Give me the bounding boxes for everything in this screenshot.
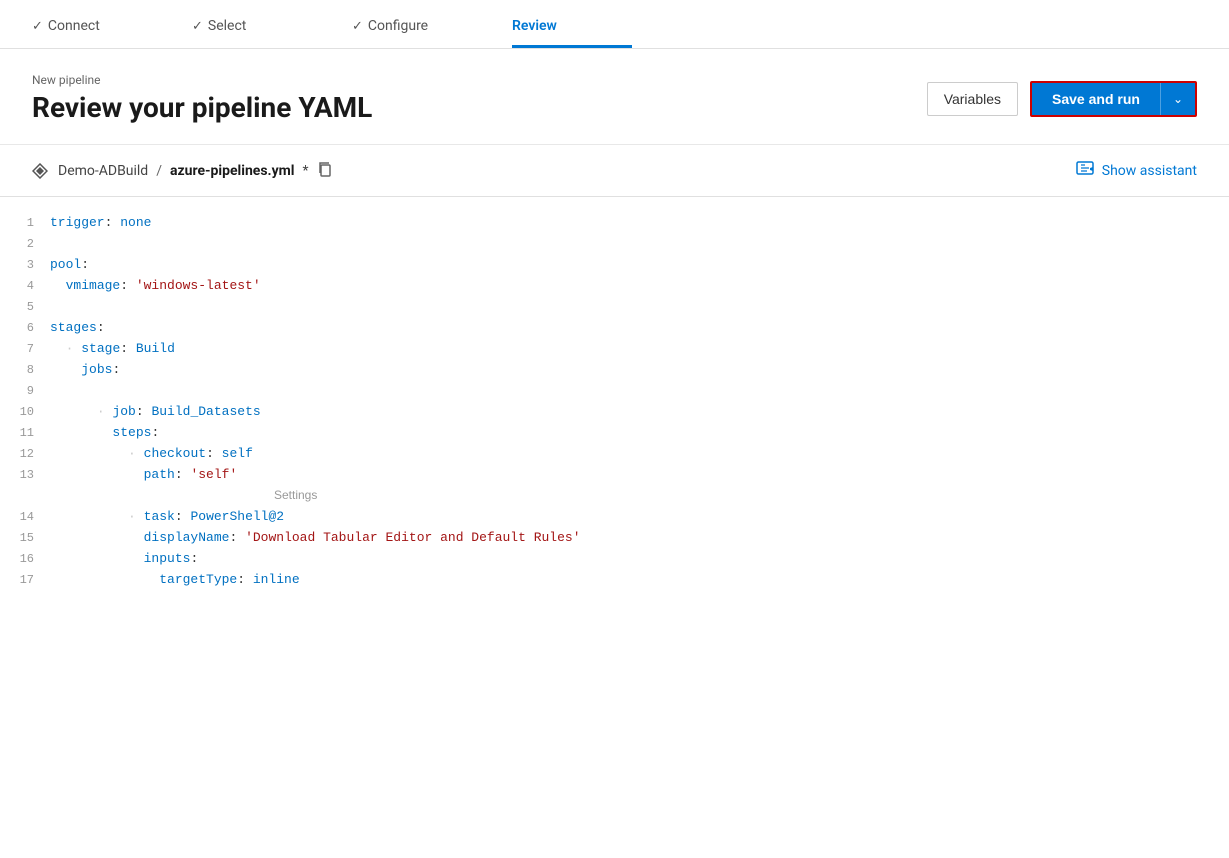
line-content-7: · stage: Build (50, 339, 1229, 360)
code-line-14: 14 · task: PowerShell@2 (0, 507, 1229, 528)
line-content-14: · task: PowerShell@2 (50, 507, 1229, 528)
line-number-5: 5 (0, 297, 50, 317)
repo-icon (32, 163, 48, 179)
step-connect-label: Connect (48, 18, 100, 34)
line-number-17: 17 (0, 570, 50, 590)
line-number-11: 11 (0, 423, 50, 443)
line-number-2: 2 (0, 234, 50, 254)
line-content-11: steps: (50, 423, 1229, 444)
file-name: azure-pipelines.yml (170, 163, 295, 179)
code-line-3: 3 pool: (0, 255, 1229, 276)
line-content-10: · job: Build_Datasets (50, 402, 1229, 423)
line-content-1: trigger: none (50, 213, 1229, 234)
step-connect[interactable]: ✓ Connect (32, 18, 192, 48)
line-number-9: 9 (0, 381, 50, 401)
chevron-down-icon: ⌄ (1173, 92, 1183, 106)
line-number-settings (0, 486, 50, 487)
code-line-13: 13 path: 'self' (0, 465, 1229, 486)
code-line-5: 5 (0, 297, 1229, 318)
line-number-7: 7 (0, 339, 50, 359)
show-assistant-area[interactable]: Show assistant (1076, 159, 1197, 182)
code-line-9: 9 (0, 381, 1229, 402)
line-number-3: 3 (0, 255, 50, 275)
code-line-16: 16 inputs: (0, 549, 1229, 570)
step-review[interactable]: Review (512, 18, 632, 48)
step-configure[interactable]: ✓ Configure (352, 18, 512, 48)
line-number-10: 10 (0, 402, 50, 422)
check-icon-select: ✓ (192, 19, 203, 34)
code-line-8: 8 jobs: (0, 360, 1229, 381)
breadcrumb: New pipeline (32, 73, 372, 87)
code-line-2: 2 (0, 234, 1229, 255)
line-content-3: pool: (50, 255, 1229, 276)
header-right: Variables Save and run ⌄ (927, 81, 1197, 117)
line-content-16: inputs: (50, 549, 1229, 570)
line-number-13: 13 (0, 465, 50, 485)
code-line-15: 15 displayName: 'Download Tabular Editor… (0, 528, 1229, 549)
check-icon-configure: ✓ (352, 19, 363, 34)
line-number-4: 4 (0, 276, 50, 296)
show-assistant-label: Show assistant (1102, 163, 1197, 179)
code-line-1: 1 trigger: none (0, 213, 1229, 234)
editor-toolbar-left: Demo-ADBuild / azure-pipelines.yml * (32, 161, 333, 181)
editor-toolbar: Demo-ADBuild / azure-pipelines.yml * Sho… (0, 145, 1229, 197)
code-line-11: 11 steps: (0, 423, 1229, 444)
file-separator: / (156, 163, 162, 179)
line-content-settings: Settings (50, 486, 1229, 507)
code-line-12: 12 · checkout: self (0, 444, 1229, 465)
header-left: New pipeline Review your pipeline YAML (32, 73, 372, 124)
line-content-13: path: 'self' (50, 465, 1229, 486)
check-icon-connect: ✓ (32, 19, 43, 34)
line-number-14: 14 (0, 507, 50, 527)
step-select-label: Select (208, 18, 246, 34)
variables-button[interactable]: Variables (927, 82, 1018, 116)
line-content-4: vmimage: 'windows-latest' (50, 276, 1229, 297)
line-number-6: 6 (0, 318, 50, 338)
code-line-17: 17 targetType: inline (0, 570, 1229, 591)
code-line-4: 4 vmimage: 'windows-latest' (0, 276, 1229, 297)
modified-indicator: * (303, 163, 309, 179)
line-number-8: 8 (0, 360, 50, 380)
line-content-15: displayName: 'Download Tabular Editor an… (50, 528, 1229, 549)
step-configure-label: Configure (368, 18, 428, 34)
settings-tooltip-line: Settings (0, 486, 1229, 507)
show-assistant-icon (1076, 159, 1094, 182)
step-review-label: Review (512, 18, 557, 34)
line-content-6: stages: (50, 318, 1229, 339)
code-line-7: 7 · stage: Build (0, 339, 1229, 360)
copy-icon[interactable] (317, 161, 333, 181)
code-editor[interactable]: 1 trigger: none 2 3 pool: 4 vmimage: 'wi… (0, 197, 1229, 607)
line-number-16: 16 (0, 549, 50, 569)
page-title: Review your pipeline YAML (32, 91, 372, 124)
code-line-10: 10 · job: Build_Datasets (0, 402, 1229, 423)
editor-area: Demo-ADBuild / azure-pipelines.yml * Sho… (0, 145, 1229, 607)
code-line-6: 6 stages: (0, 318, 1229, 339)
line-number-12: 12 (0, 444, 50, 464)
line-number-15: 15 (0, 528, 50, 548)
line-content-12: · checkout: self (50, 444, 1229, 465)
line-number-1: 1 (0, 213, 50, 233)
save-run-chevron-button[interactable]: ⌄ (1160, 83, 1195, 115)
page-header: New pipeline Review your pipeline YAML V… (0, 49, 1229, 145)
save-and-run-button[interactable]: Save and run (1032, 83, 1160, 115)
save-run-wrapper: Save and run ⌄ (1030, 81, 1197, 117)
repo-name: Demo-ADBuild (58, 163, 148, 179)
wizard-steps: ✓ Connect ✓ Select ✓ Configure Review (0, 0, 1229, 49)
line-content-17: targetType: inline (50, 570, 1229, 591)
line-content-8: jobs: (50, 360, 1229, 381)
step-select[interactable]: ✓ Select (192, 18, 352, 48)
